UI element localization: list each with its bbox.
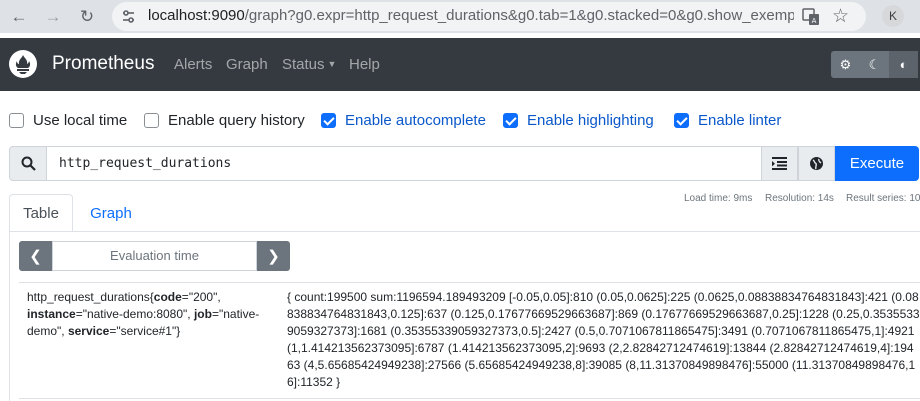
caret-down-icon: ▼	[327, 59, 337, 69]
translate-icon[interactable]: A	[802, 8, 820, 26]
label-name: instance	[27, 307, 76, 321]
label-value: "native-demo:8080"	[82, 307, 188, 321]
expression-bar: http_request_durations Execute	[9, 146, 919, 181]
browser-toolbar: ← → ↻ localhost:9090/graph?g0.expr=http_…	[0, 0, 920, 33]
label-value: "service#1"	[116, 324, 177, 338]
svg-text:A: A	[812, 17, 817, 25]
label-name: code	[153, 290, 182, 304]
label-value: "200"	[188, 290, 218, 304]
nav-status-dropdown[interactable]: Status ▼	[282, 56, 336, 73]
expression-input[interactable]: http_request_durations	[46, 146, 770, 181]
checkbox[interactable]	[9, 112, 24, 128]
evaluation-time-input[interactable]: Evaluation time	[52, 241, 257, 271]
option-highlighting[interactable]: Enable highlighting	[503, 110, 654, 130]
panel-border	[9, 231, 10, 401]
series-labels: http_request_durations{code="200", insta…	[27, 290, 260, 338]
checkbox-checked[interactable]	[674, 112, 689, 128]
chevron-right-icon[interactable]: ❯	[257, 241, 290, 271]
execute-button[interactable]: Execute	[835, 146, 919, 181]
option-label: Enable highlighting	[527, 111, 654, 129]
format-expression-icon[interactable]	[761, 146, 798, 181]
checkbox-checked[interactable]	[321, 112, 336, 128]
result-series-stat: Result series: 10	[846, 193, 920, 204]
option-label: Use local time	[33, 111, 128, 129]
tab-table[interactable]: Table	[9, 194, 73, 232]
brand-title[interactable]: Prometheus	[52, 53, 154, 75]
option-linter[interactable]: Enable linter	[674, 110, 781, 130]
theme-toggle-group: ⚙ ☾ ◐	[831, 51, 918, 78]
metrics-explorer-globe-icon[interactable]	[798, 146, 835, 181]
checkbox-checked[interactable]	[503, 112, 518, 128]
checkbox[interactable]	[144, 112, 159, 128]
chevron-left-icon[interactable]: ❮	[19, 241, 52, 271]
evaluation-time-control: ❮ Evaluation time ❯	[19, 241, 290, 271]
reload-icon[interactable]: ↻	[76, 6, 98, 28]
nav-status-label: Status	[282, 56, 325, 73]
nav-graph[interactable]: Graph	[226, 56, 268, 73]
adjust-icon[interactable]: ◐	[889, 51, 918, 78]
metric-name: http_request_durations	[27, 290, 150, 304]
nav-help[interactable]: Help	[349, 56, 380, 73]
url-path: /graph?g0.expr=http_request_durations&g0…	[244, 7, 794, 24]
search-icon	[9, 146, 47, 181]
profile-avatar[interactable]: K	[882, 5, 904, 27]
bookmark-star-icon[interactable]: ☆	[832, 5, 849, 28]
option-label: Enable autocomplete	[345, 111, 486, 129]
nav-alerts[interactable]: Alerts	[174, 56, 212, 73]
tabs-divider	[9, 231, 920, 232]
option-use-local-time[interactable]: Use local time	[9, 110, 127, 130]
option-label: Enable query history	[168, 111, 305, 129]
load-time-stat: Load time: 9ms	[684, 193, 753, 204]
site-info-icon[interactable]	[120, 8, 137, 25]
url-host: localhost:9090	[148, 7, 245, 24]
url-text[interactable]: localhost:9090/graph?g0.expr=http_reques…	[148, 7, 794, 24]
table-border-bottom	[19, 398, 920, 399]
option-autocomplete[interactable]: Enable autocomplete	[321, 110, 486, 130]
tab-graph[interactable]: Graph	[73, 194, 149, 232]
prometheus-logo-icon[interactable]	[9, 50, 37, 78]
sun-icon[interactable]: ⚙	[831, 51, 860, 78]
label-name: service	[67, 324, 110, 338]
option-label: Enable linter	[698, 111, 782, 129]
address-bar[interactable]: localhost:9090/graph?g0.expr=http_reques…	[112, 2, 866, 31]
table-border-top	[19, 282, 920, 283]
forward-arrow-icon[interactable]: →	[42, 6, 64, 28]
option-query-history[interactable]: Enable query history	[144, 110, 305, 130]
resolution-stat: Resolution: 14s	[765, 193, 834, 204]
top-navbar: Prometheus Alerts Graph Status ▼ Help ⚙ ☾…	[0, 38, 920, 91]
back-arrow-icon[interactable]: ←	[8, 6, 30, 28]
histogram-value: { count:199500 sum:1196594.189493209 [-0…	[287, 290, 920, 389]
moon-icon[interactable]: ☾	[860, 51, 889, 78]
label-name: job	[193, 307, 212, 321]
